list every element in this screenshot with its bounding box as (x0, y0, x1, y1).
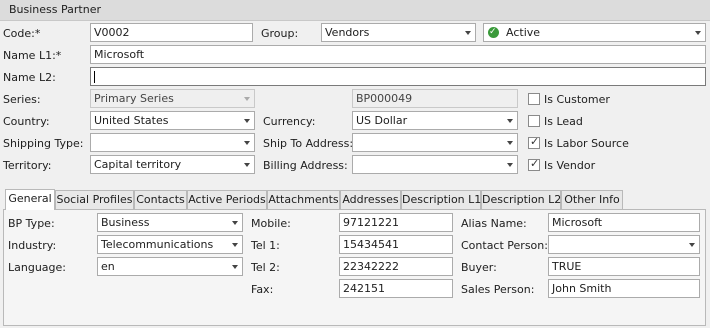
group-label: Group: (261, 27, 299, 40)
alias-value: Microsoft (552, 216, 603, 229)
billing-dropdown[interactable] (352, 155, 518, 174)
series-value: Primary Series (94, 92, 174, 105)
tel1-label: Tel 1: (251, 239, 280, 252)
is-labor-source-checkbox[interactable] (528, 135, 540, 149)
bp-type-value: Business (101, 216, 150, 229)
series-dropdown[interactable]: Primary Series (90, 89, 255, 108)
tab-other-info[interactable]: Other Info (561, 190, 623, 210)
language-label: Language: (8, 261, 66, 274)
country-dropdown[interactable]: United States (90, 111, 255, 130)
is-vendor-label: Is Vendor (544, 159, 596, 172)
name-l2-label: Name L2: (3, 71, 56, 84)
is-vendor-checkbox[interactable] (528, 157, 540, 171)
chevron-down-icon (689, 243, 695, 247)
shipping-type-dropdown[interactable] (90, 133, 255, 152)
currency-label: Currency: (263, 115, 316, 128)
buyer-label: Buyer: (461, 261, 497, 274)
sales-person-value: John Smith (552, 282, 612, 295)
chevron-down-icon (232, 221, 238, 225)
language-value: en (101, 260, 115, 273)
chevron-down-icon (232, 265, 238, 269)
sales-person-label: Sales Person: (461, 283, 535, 296)
is-customer-label: Is Customer (544, 93, 610, 106)
ship-to-dropdown[interactable] (352, 133, 518, 152)
code-label: Code:* (3, 27, 41, 40)
tab-description-l1[interactable]: Description L1 (401, 190, 481, 210)
contact-person-dropdown[interactable] (548, 235, 700, 254)
name-l1-label: Name L1:* (3, 49, 62, 62)
is-customer-checkbox[interactable] (528, 93, 540, 105)
tel1-field[interactable]: 15434541 (339, 235, 453, 254)
tab-attachments[interactable]: Attachments (267, 190, 340, 210)
chevron-down-icon (244, 119, 250, 123)
territory-label: Territory: (3, 159, 52, 172)
status-dropdown[interactable]: Active (483, 23, 706, 42)
chevron-down-icon (244, 97, 250, 101)
territory-value: Capital territory (94, 158, 182, 171)
bp-type-dropdown[interactable]: Business (97, 213, 243, 232)
name-l1-value: Microsoft (94, 48, 145, 61)
currency-value: US Dollar (356, 114, 408, 127)
tel2-field[interactable]: 22342222 (339, 257, 453, 276)
chevron-down-icon (695, 31, 701, 35)
country-value: United States (94, 114, 169, 127)
fax-value: 242151 (343, 282, 385, 295)
window-title: Business Partner (9, 3, 101, 16)
contact-person-label: Contact Person: (461, 239, 548, 252)
is-lead-checkbox[interactable] (528, 115, 540, 127)
mobile-label: Mobile: (251, 217, 291, 230)
sales-person-field[interactable]: John Smith (548, 279, 700, 298)
industry-dropdown[interactable]: Telecommunications (97, 235, 243, 254)
tab-active-periods[interactable]: Active Periods (187, 190, 267, 210)
industry-value: Telecommunications (101, 238, 214, 251)
tab-contacts[interactable]: Contacts (134, 190, 187, 210)
tab-description-l2[interactable]: Description L2 (481, 190, 561, 210)
window-title-bar: Business Partner (0, 0, 710, 21)
fax-field[interactable]: 242151 (339, 279, 453, 298)
currency-dropdown[interactable]: US Dollar (352, 111, 518, 130)
bp-type-label: BP Type: (8, 217, 55, 230)
status-value: Active (506, 26, 541, 39)
tel1-value: 15434541 (343, 238, 399, 251)
code-field[interactable]: V0002 (90, 23, 253, 42)
is-labor-source-label: Is Labor Source (544, 137, 629, 150)
series-number: BP000049 (356, 92, 413, 105)
shipping-type-label: Shipping Type: (3, 137, 84, 150)
tel2-label: Tel 2: (251, 261, 280, 274)
mobile-field[interactable]: 97121221 (339, 213, 453, 232)
chevron-down-icon (465, 31, 471, 35)
chevron-down-icon (232, 243, 238, 247)
tel2-value: 22342222 (343, 260, 399, 273)
buyer-field[interactable]: TRUE (548, 257, 700, 276)
text-caret (94, 71, 95, 83)
fax-label: Fax: (251, 283, 274, 296)
series-number-field: BP000049 (352, 89, 518, 108)
series-label: Series: (3, 93, 41, 106)
chevron-down-icon (244, 163, 250, 167)
check-circle-icon (488, 24, 499, 41)
code-value: V0002 (94, 26, 130, 39)
chevron-down-icon (507, 119, 513, 123)
group-value: Vendors (325, 26, 370, 39)
industry-label: Industry: (8, 239, 57, 252)
name-l1-field[interactable]: Microsoft (90, 45, 706, 64)
territory-dropdown[interactable]: Capital territory (90, 155, 255, 174)
chevron-down-icon (244, 141, 250, 145)
tab-social-profiles[interactable]: Social Profiles (55, 190, 134, 210)
group-dropdown[interactable]: Vendors (321, 23, 476, 42)
language-dropdown[interactable]: en (97, 257, 243, 276)
tab-general[interactable]: General (5, 189, 55, 210)
tab-addresses[interactable]: Addresses (340, 190, 401, 210)
chevron-down-icon (507, 141, 513, 145)
is-lead-label: Is Lead (544, 115, 583, 128)
billing-label: Billing Address: (263, 159, 348, 172)
alias-label: Alias Name: (461, 217, 527, 230)
name-l2-field[interactable] (90, 67, 706, 86)
country-label: Country: (3, 115, 50, 128)
mobile-value: 97121221 (343, 216, 399, 229)
alias-field[interactable]: Microsoft (548, 213, 700, 232)
buyer-value: TRUE (552, 260, 582, 273)
chevron-down-icon (507, 163, 513, 167)
ship-to-label: Ship To Address: (263, 137, 354, 150)
